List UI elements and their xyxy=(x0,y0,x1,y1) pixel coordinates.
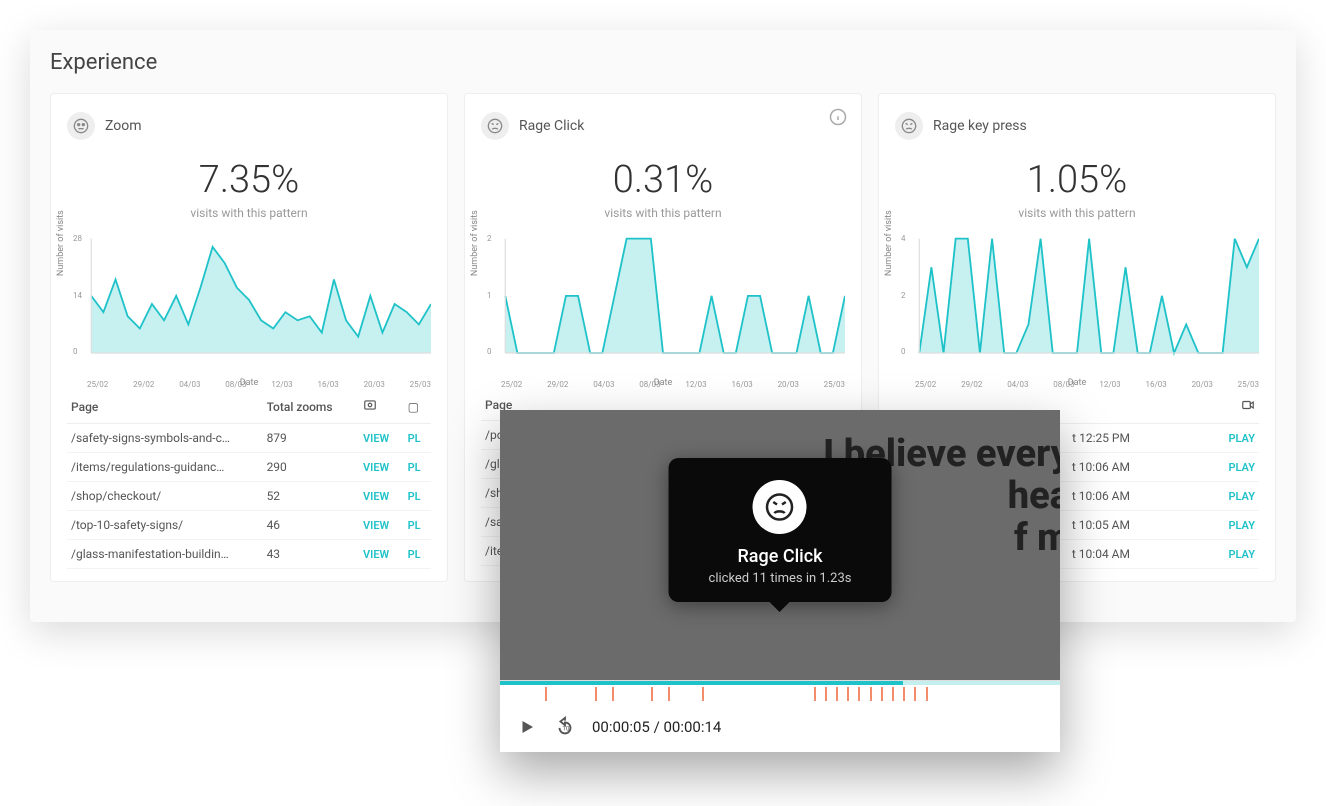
stat-percentage: 7.35% xyxy=(67,158,431,202)
play-link[interactable]: PLAY xyxy=(1228,432,1255,445)
rage-face-icon xyxy=(481,112,509,140)
svg-text:10: 10 xyxy=(562,725,570,733)
count-cell: 52 xyxy=(263,482,359,511)
event-tick xyxy=(595,687,597,701)
card-title: Rage Click xyxy=(519,118,584,134)
table-row: /top-10-safety-signs/46 VIEW PL xyxy=(67,511,431,540)
play-col-icon: ▢ xyxy=(404,390,431,424)
page-cell: /shop/checkout/ xyxy=(67,482,263,511)
timeline-progress xyxy=(500,681,903,685)
event-tick xyxy=(847,687,849,701)
table-row: /items/regulations-guidanc…290 VIEW PL xyxy=(67,453,431,482)
chart-zoom: Number of visits 28140 25/0229/0204/0308… xyxy=(67,234,431,374)
zoom-table: Page Total zooms ▢ /safety-signs-symbols… xyxy=(67,390,431,569)
event-tick xyxy=(814,687,816,701)
x-axis-label: Date xyxy=(240,378,259,388)
x-axis-label: Date xyxy=(654,378,673,388)
view-link[interactable]: VIEW xyxy=(363,519,389,532)
y-axis-label: Number of visits xyxy=(56,210,66,276)
rage-key-face-icon xyxy=(895,112,923,140)
event-tick xyxy=(870,687,872,701)
event-tick xyxy=(858,687,860,701)
stat-subtitle: visits with this pattern xyxy=(67,206,431,220)
event-tick xyxy=(545,687,547,701)
play-link[interactable]: PL xyxy=(408,461,421,474)
col-total: Total zooms xyxy=(263,390,359,424)
table-row: /glass-manifestation-buildin…43 VIEW PL xyxy=(67,540,431,569)
view-link[interactable]: VIEW xyxy=(363,432,389,445)
player-time: 00:00:05 / 00:00:14 xyxy=(592,718,721,736)
info-icon[interactable] xyxy=(829,108,847,126)
y-axis-label: Number of visits xyxy=(884,210,894,276)
col-page: Page xyxy=(67,390,263,424)
rage-click-tooltip: Rage Click clicked 11 times in 1.23s xyxy=(669,458,892,602)
tooltip-title: Rage Click xyxy=(709,546,852,567)
view-link[interactable]: VIEW xyxy=(363,461,389,474)
event-tick xyxy=(702,687,704,701)
event-tick xyxy=(881,687,883,701)
card-zoom: Zoom 7.35% visits with this pattern Numb… xyxy=(50,93,448,582)
count-cell: 879 xyxy=(263,424,359,453)
event-tick xyxy=(825,687,827,701)
play-button[interactable] xyxy=(516,716,538,738)
play-link[interactable]: PLAY xyxy=(1228,519,1255,532)
count-cell: 43 xyxy=(263,540,359,569)
table-row: /safety-signs-symbols-and-c…879 VIEW PL xyxy=(67,424,431,453)
stat-subtitle: visits with this pattern xyxy=(895,206,1259,220)
play-link[interactable]: PL xyxy=(408,519,421,532)
view-link[interactable]: VIEW xyxy=(363,548,389,561)
count-cell: 290 xyxy=(263,453,359,482)
page-cell: /glass-manifestation-buildin… xyxy=(67,540,263,569)
rewind-10-button[interactable]: 10 xyxy=(554,716,576,738)
x-axis-label: Date xyxy=(1068,378,1087,388)
stat-percentage: 0.31% xyxy=(481,158,845,202)
player-viewport: I believe every hea f m Rage Click click… xyxy=(500,410,1060,680)
page-cell: /safety-signs-symbols-and-c… xyxy=(67,424,263,453)
page-cell: /items/regulations-guidanc… xyxy=(67,453,263,482)
play-link[interactable]: PLAY xyxy=(1228,548,1255,561)
event-tick xyxy=(612,687,614,701)
player-timeline[interactable] xyxy=(500,680,1060,706)
event-tick xyxy=(651,687,653,701)
zoom-face-icon xyxy=(67,112,95,140)
section-title: Experience xyxy=(50,50,1276,75)
stat-subtitle: visits with this pattern xyxy=(481,206,845,220)
tooltip-rage-icon xyxy=(753,480,807,534)
play-link[interactable]: PL xyxy=(408,432,421,445)
session-player: I believe every hea f m Rage Click click… xyxy=(500,410,1060,752)
count-cell: 46 xyxy=(263,511,359,540)
tooltip-subtitle: clicked 11 times in 1.23s xyxy=(709,571,852,586)
event-tick xyxy=(892,687,894,701)
page-cell: /top-10-safety-signs/ xyxy=(67,511,263,540)
event-tick xyxy=(914,687,916,701)
card-title: Zoom xyxy=(105,118,142,134)
chart-rage-click: Number of visits 210 25/0229/0204/0308/0… xyxy=(481,234,845,374)
play-link[interactable]: PLAY xyxy=(1228,490,1255,503)
timeline-remaining xyxy=(903,681,1060,685)
player-controls: 10 00:00:05 / 00:00:14 xyxy=(500,706,1060,752)
card-title: Rage key press xyxy=(933,118,1027,134)
event-tick xyxy=(668,687,670,701)
play-link[interactable]: PL xyxy=(408,490,421,503)
play-col-icon xyxy=(1134,390,1259,424)
table-row: /shop/checkout/52 VIEW PL xyxy=(67,482,431,511)
view-icon xyxy=(359,390,404,424)
play-link[interactable]: PLAY xyxy=(1228,461,1255,474)
experience-dashboard: Experience Zoom 7.35% visits with this p… xyxy=(30,30,1296,622)
stat-percentage: 1.05% xyxy=(895,158,1259,202)
chart-rage-key: Number of visits 420 25/0229/0204/0308/0… xyxy=(895,234,1259,374)
view-link[interactable]: VIEW xyxy=(363,490,389,503)
event-tick xyxy=(903,687,905,701)
event-tick xyxy=(926,687,928,701)
y-axis-label: Number of visits xyxy=(470,210,480,276)
play-link[interactable]: PL xyxy=(408,548,421,561)
event-tick xyxy=(836,687,838,701)
